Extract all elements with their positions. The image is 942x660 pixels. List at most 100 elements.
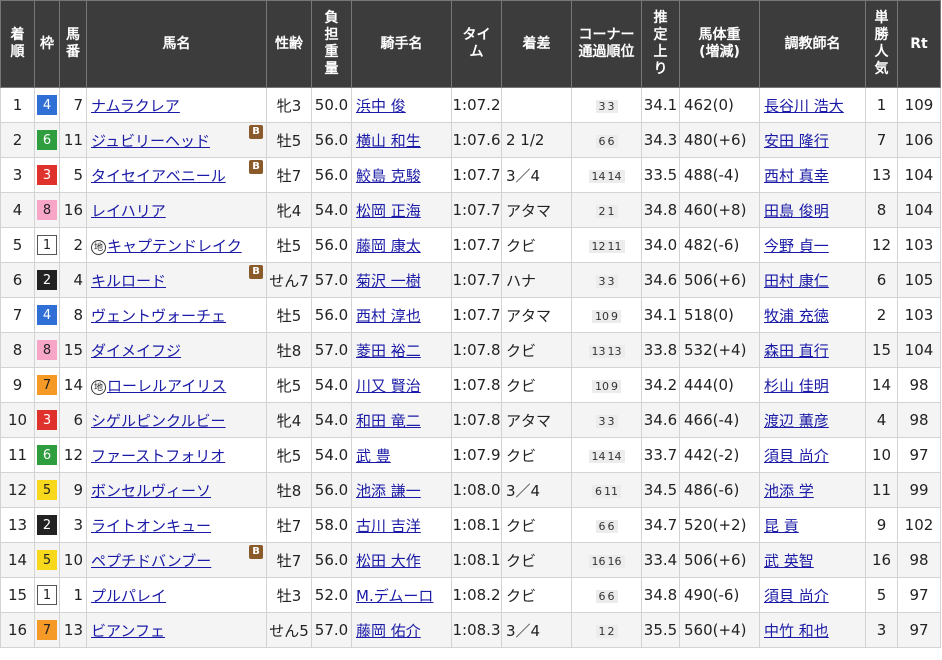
table-row: 1 4 7 ナムラクレア 牝3 50.0 浜中 俊 1:07.2 3 3 34.1 462(0) 長谷川… xyxy=(0,87,941,123)
jockey-link[interactable]: M.デムーロ xyxy=(356,587,433,605)
header-rt[interactable]: Rt xyxy=(897,0,941,88)
jockey-link[interactable]: 横山 和生 xyxy=(356,132,421,150)
corner-position: 2 xyxy=(607,625,615,638)
jockey-link[interactable]: 川又 賢治 xyxy=(356,377,421,395)
corner-position: 13 xyxy=(591,345,606,358)
horse-number: 12 xyxy=(63,446,83,464)
trainer-link[interactable]: 安田 隆行 xyxy=(764,132,829,150)
header-waku[interactable]: 枠 xyxy=(34,0,60,88)
jockey-link[interactable]: 鮫島 克駿 xyxy=(356,167,421,185)
trainer-link[interactable]: 昆 貢 xyxy=(764,517,799,535)
corner-cell: 12 11 xyxy=(571,227,642,263)
trainer-cell: 田島 俊明 xyxy=(759,192,866,228)
trainer-link[interactable]: 西村 真幸 xyxy=(764,167,829,185)
body-weight: 560(+4) xyxy=(684,621,747,639)
trainer-link[interactable]: 牧浦 充徳 xyxy=(764,307,829,325)
weight-cell: 54.0 xyxy=(311,437,352,473)
jockey-link[interactable]: 浜中 俊 xyxy=(356,97,406,115)
waku-badge: 3 xyxy=(37,165,57,185)
waku-cell: 8 xyxy=(34,192,60,228)
jockey-link[interactable]: 松岡 正海 xyxy=(356,202,421,220)
trainer-link[interactable]: 武 英智 xyxy=(764,552,814,570)
horse-name-link[interactable]: ヴェントヴォーチェ xyxy=(91,307,226,325)
jockey-link[interactable]: 菊沢 一樹 xyxy=(356,272,421,290)
horse-name-link[interactable]: キルロード xyxy=(91,272,166,290)
header-margin[interactable]: 着差 xyxy=(501,0,572,88)
header-weight[interactable]: 負担重量 xyxy=(311,0,352,88)
jockey-link[interactable]: 藤岡 佑介 xyxy=(356,622,421,640)
horse-name-link[interactable]: ローレルアイリス xyxy=(107,377,226,395)
trainer-link[interactable]: 杉山 佳明 xyxy=(764,377,829,395)
rating-cell: 98 xyxy=(897,402,941,438)
corner-positions: 14 14 xyxy=(588,450,625,463)
rating-cell: 99 xyxy=(897,472,941,508)
jockey-link[interactable]: 古川 吉洋 xyxy=(356,517,421,535)
rank-cell: 1 xyxy=(0,87,35,123)
corner-position: 6 xyxy=(595,485,602,498)
horse-name-link[interactable]: プルパレイ xyxy=(91,587,166,605)
rating-cell: 102 xyxy=(897,507,941,543)
trainer-cell: 渡辺 薫彦 xyxy=(759,402,866,438)
header-sexage[interactable]: 性齢 xyxy=(266,0,312,88)
jockey-link[interactable]: 西村 淳也 xyxy=(356,307,421,325)
trainer-link[interactable]: 中竹 和也 xyxy=(764,622,829,640)
jockey-link[interactable]: 池添 謙一 xyxy=(356,482,421,500)
trainer-link[interactable]: 田島 俊明 xyxy=(764,202,829,220)
body-weight: 444(0) xyxy=(684,376,734,394)
horse-name-link[interactable]: ボンセルヴィーソ xyxy=(91,482,211,500)
horse-name-link[interactable]: ナムラクレア xyxy=(91,97,180,115)
time-cell: 1:07.8 xyxy=(451,332,502,368)
horse-name-link[interactable]: シゲルピンクルビー xyxy=(91,412,226,430)
horse-number-cell: 13 xyxy=(59,612,87,648)
trainer-link[interactable]: 長谷川 浩大 xyxy=(764,97,844,115)
horse-name-link[interactable]: ライトオンキュー xyxy=(91,517,211,535)
last-3f: 34.1 xyxy=(643,306,678,324)
jockey-link[interactable]: 藤岡 康太 xyxy=(356,237,421,255)
header-rank[interactable]: 着順 xyxy=(0,0,35,88)
rating-cell: 97 xyxy=(897,437,941,473)
corner-cell: 33 xyxy=(571,87,642,123)
header-trainer[interactable]: 調教師名 xyxy=(759,0,866,88)
race-time: 1:07.9 xyxy=(452,446,501,464)
header-time[interactable]: タイム xyxy=(451,0,502,88)
horse-name-link[interactable]: ダイメイフジ xyxy=(91,342,181,360)
header-pop[interactable]: 単勝人気 xyxy=(865,0,898,88)
horse-name-link[interactable]: キャプテンドレイク xyxy=(107,237,242,255)
jockey-link[interactable]: 武 豊 xyxy=(356,447,391,465)
jockey-link[interactable]: 和田 竜二 xyxy=(356,412,421,430)
corner-positions: 33 xyxy=(595,275,618,288)
race-time: 1:07.7 xyxy=(452,236,501,254)
trainer-link[interactable]: 今野 貞一 xyxy=(764,237,829,255)
horse-number: 11 xyxy=(63,131,83,149)
header-last3f[interactable]: 推定上り xyxy=(641,0,680,88)
horse-name-link[interactable]: レイハリア xyxy=(91,202,166,220)
header-body[interactable]: 馬体重 (増減) xyxy=(679,0,760,88)
horse-number-cell: 6 xyxy=(59,402,87,438)
jockey-link[interactable]: 松田 大作 xyxy=(356,552,421,570)
time-cell: 1:07.7 xyxy=(451,227,502,263)
popularity-cell: 15 xyxy=(865,332,898,368)
horse-number: 13 xyxy=(63,621,83,639)
trainer-link[interactable]: 須貝 尚介 xyxy=(764,587,829,605)
trainer-link[interactable]: 森田 直行 xyxy=(764,342,829,360)
trainer-link[interactable]: 須貝 尚介 xyxy=(764,447,829,465)
header-num[interactable]: 馬番 xyxy=(59,0,87,88)
trainer-link[interactable]: 田村 康仁 xyxy=(764,272,829,290)
jockey-link[interactable]: 菱田 裕二 xyxy=(356,342,421,360)
race-time: 1:08.1 xyxy=(452,516,501,534)
jockey-cell: 横山 和生 xyxy=(351,122,452,158)
horse-name-link[interactable]: ビアンフェ xyxy=(91,622,165,640)
horse-name-link[interactable]: タイセイアベニール xyxy=(91,167,226,185)
trainer-link[interactable]: 池添 学 xyxy=(764,482,814,500)
rating: 98 xyxy=(909,411,929,429)
horse-number-cell: 14 xyxy=(59,367,87,403)
horse-name-link[interactable]: ファーストフォリオ xyxy=(91,447,225,465)
horse-name-link[interactable]: ペプチドバンブー xyxy=(91,552,211,570)
horse-name-link[interactable]: ジュビリーヘッド xyxy=(91,132,210,150)
header-horse[interactable]: 馬名 xyxy=(86,0,267,88)
sex-age-cell: 牝3 xyxy=(266,87,312,123)
trainer-link[interactable]: 渡辺 薫彦 xyxy=(764,412,829,430)
header-corner[interactable]: コーナー 通過順位 xyxy=(571,0,642,88)
corner-position: 13 xyxy=(607,345,622,358)
header-jockey[interactable]: 騎手名 xyxy=(351,0,452,88)
